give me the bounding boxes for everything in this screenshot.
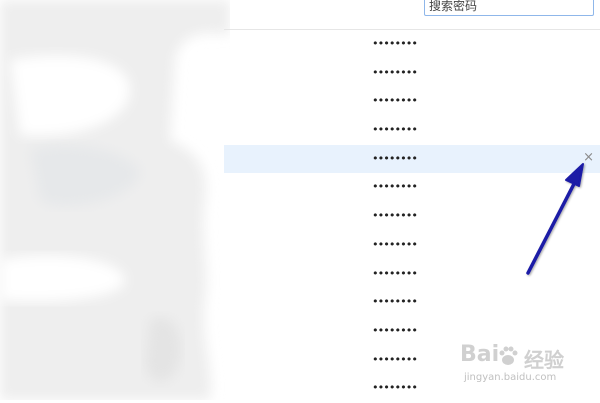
password-row-hovered[interactable]: •••••••• × [224,144,600,174]
baidu-jingyan-watermark: Bai 经验 jingyan.baidu.com [460,342,590,394]
masked-password: •••••••• [372,266,418,280]
masked-password: •••••••• [372,151,418,165]
blurred-background-shape [0,0,230,400]
masked-password: •••••••• [372,180,418,194]
password-row[interactable]: •••••••• [224,87,600,116]
search-passwords-input[interactable] [424,0,594,16]
masked-password: •••••••• [372,209,418,223]
masked-password: •••••••• [372,94,418,108]
masked-password: •••••••• [372,381,418,395]
masked-password: •••••••• [372,295,418,309]
password-row[interactable]: •••••••• [224,30,600,59]
password-row[interactable]: •••••••• [224,288,600,317]
password-row[interactable]: •••••••• [224,231,600,260]
masked-password: •••••••• [372,237,418,251]
masked-password: •••••••• [372,323,418,337]
masked-password: •••••••• [372,352,418,366]
masked-password: •••••••• [372,65,418,79]
baidu-paw-logo-icon [499,346,518,365]
watermark-url: jingyan.baidu.com [464,372,557,383]
password-row[interactable]: •••••••• [224,116,600,145]
watermark-brand-suffix: 经验 [524,348,564,372]
remove-password-icon[interactable]: × [583,150,594,165]
password-row[interactable]: •••••••• [224,59,600,88]
watermark-brand-text: Bai [460,342,500,367]
password-row[interactable]: •••••••• [224,173,600,202]
masked-password: •••••••• [372,37,418,50]
password-row[interactable]: •••••••• [224,260,600,289]
password-row[interactable]: •••••••• [224,202,600,231]
masked-password: •••••••• [372,123,418,137]
